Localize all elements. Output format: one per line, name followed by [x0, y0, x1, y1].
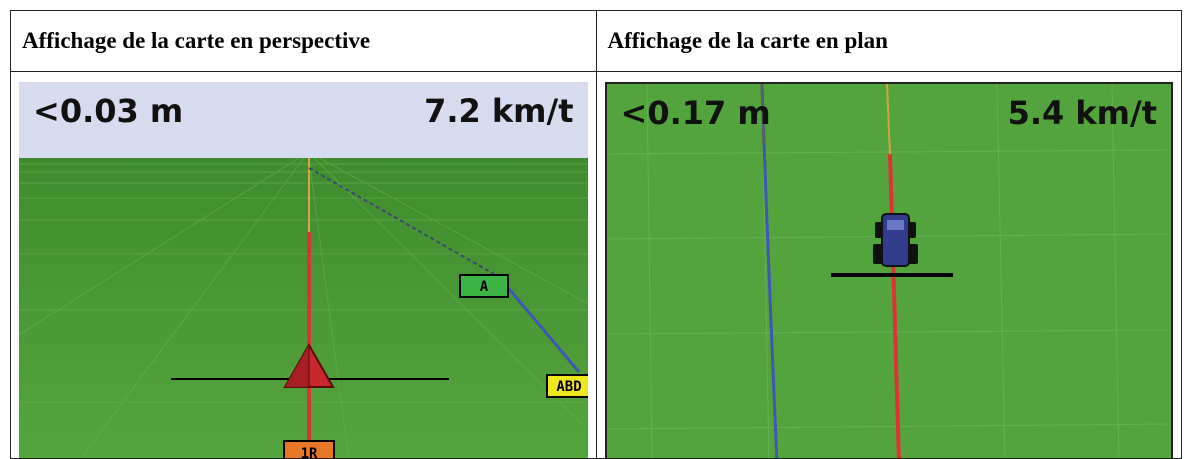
heading-perspective: Affichage de la carte en perspective — [22, 28, 371, 53]
field-grid-plan — [606, 84, 1167, 458]
guidance-line-plan-far — [885, 84, 891, 155]
header-cell-plan: Affichage de la carte en plan — [595, 10, 1182, 72]
perspective-map-screen[interactable]: A ABD 1R <0.03 m 7.2 km/t — [19, 82, 588, 458]
panel-perspective: A ABD 1R <0.03 m 7.2 km/t — [10, 71, 597, 459]
perspective-map-graphic: A ABD 1R — [19, 157, 588, 458]
marker-abd-label: ABD — [556, 379, 581, 395]
speed-readout: 7.2 km/t — [424, 92, 574, 130]
header-row: Affichage de la carte en perspective Aff… — [10, 10, 1182, 72]
marker-point-a: A — [459, 274, 509, 298]
marker-swath-label: ABD — [546, 374, 588, 398]
panel-plan: <0.17 m 5.4 km/t — [595, 71, 1182, 459]
heading-plan: Affichage de la carte en plan — [607, 28, 888, 53]
offline-distance-readout-plan: <0.17 m — [620, 94, 771, 132]
speed-readout-plan: 5.4 km/t — [1007, 94, 1157, 132]
header-cell-perspective: Affichage de la carte en perspective — [10, 10, 597, 72]
guidance-line-plan — [887, 153, 901, 458]
plan-map-screen[interactable]: <0.17 m 5.4 km/t — [604, 82, 1173, 458]
marker-a-label: A — [480, 279, 489, 295]
tractor-icon — [872, 213, 918, 267]
marker-1r-label: 1R — [301, 446, 318, 458]
map-views-table: Affichage de la carte en perspective Aff… — [10, 10, 1182, 459]
offline-distance-readout: <0.03 m — [33, 92, 184, 130]
plan-map-graphic — [606, 84, 1167, 458]
marker-swath-number: 1R — [283, 440, 335, 458]
field-ground — [19, 158, 588, 458]
screens-row: A ABD 1R <0.03 m 7.2 km/t <0.17 m 5.4 km… — [10, 71, 1182, 459]
